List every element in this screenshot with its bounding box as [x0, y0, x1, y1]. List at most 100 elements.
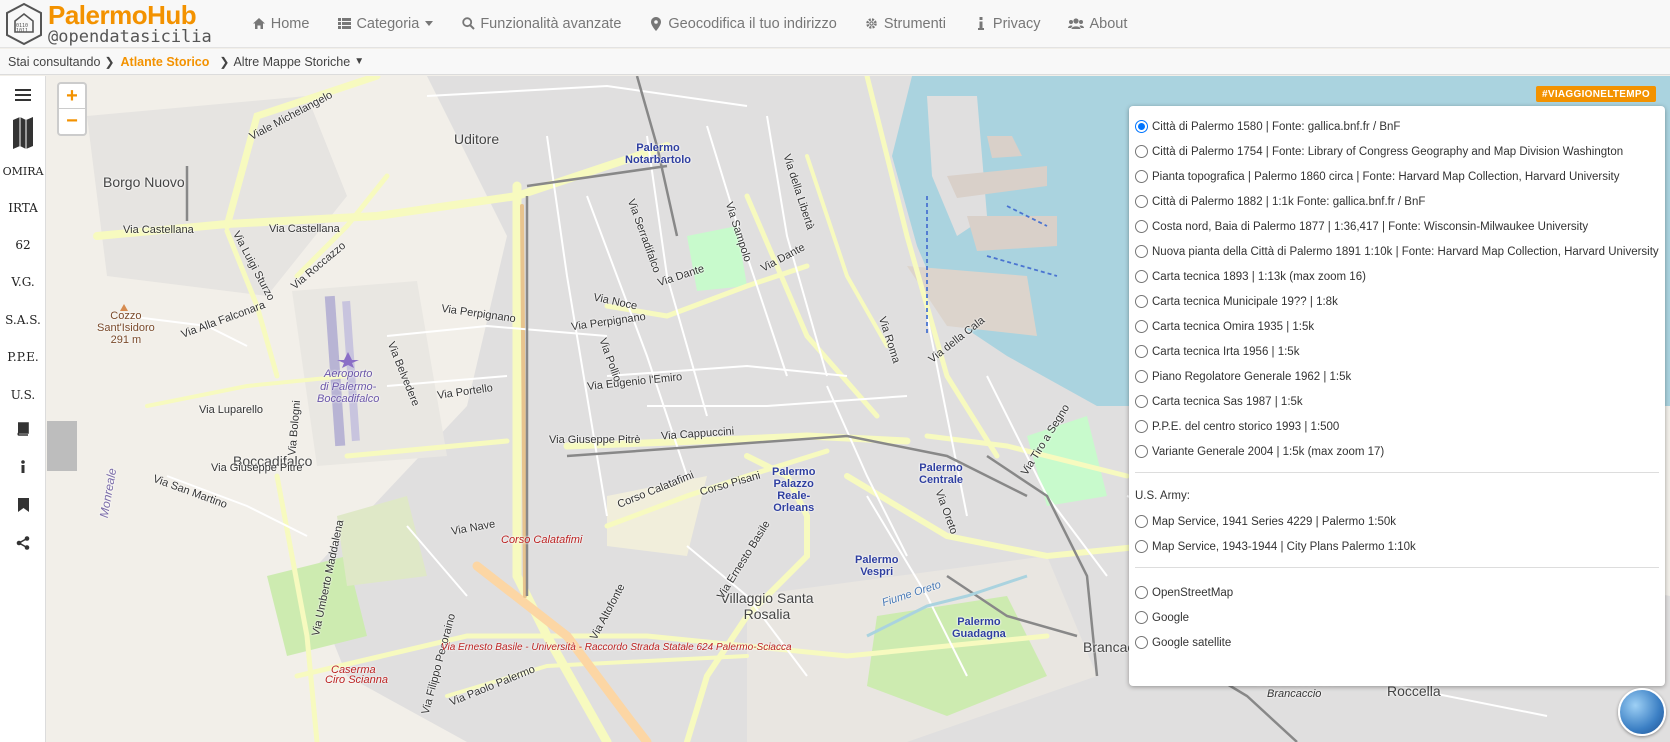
brand-logo[interactable]: 0110 1011 PalermoHub @opendatasicilia: [0, 0, 212, 48]
peak-name-line: Cozzo: [110, 310, 142, 322]
nav-privacy[interactable]: Privacy: [960, 0, 1055, 48]
nav-categoria[interactable]: Categoria: [323, 0, 447, 48]
layer-radio[interactable]: [1135, 395, 1148, 408]
share-icon[interactable]: [0, 536, 46, 555]
layer-option[interactable]: Carta tecnica Sas 1987 | 1:5k: [1135, 389, 1659, 414]
layer-radio[interactable]: [1135, 586, 1148, 599]
layer-option[interactable]: Variante Generale 2004 | 1:5k (max zoom …: [1135, 439, 1659, 464]
divider: [1135, 567, 1659, 568]
layer-radio[interactable]: [1135, 445, 1148, 458]
layer-option[interactable]: Costa nord, Baia di Palermo 1877 | 1:36,…: [1135, 214, 1659, 239]
breadcrumb-other-maps[interactable]: Altre Mappe Storiche: [233, 55, 350, 69]
layer-option[interactable]: Piano Regolatore Generale 1962 | 1:5k: [1135, 364, 1659, 389]
nav-about-label: About: [1089, 15, 1128, 32]
layer-option[interactable]: Pianta topografica | Palermo 1860 circa …: [1135, 164, 1659, 189]
map-label-red: Via Ernesto Basile - Università - Raccor…: [441, 642, 792, 653]
chevron-down-icon[interactable]: ▼: [354, 56, 364, 67]
nav-about[interactable]: About: [1054, 0, 1141, 48]
layer-option-label: Carta tecnica 1893 | 1:13k (max zoom 16): [1152, 270, 1366, 283]
divider: [1135, 472, 1659, 473]
layer-option-label: Carta tecnica Omira 1935 | 1:5k: [1152, 320, 1315, 333]
layer-option[interactable]: P.P.E. del centro storico 1993 | 1:500: [1135, 414, 1659, 439]
layer-option[interactable]: Google: [1135, 605, 1659, 630]
zoom-in-button[interactable]: +: [59, 84, 85, 109]
layer-option-label: P.P.E. del centro storico 1993 | 1:500: [1152, 420, 1340, 433]
layer-option[interactable]: Google satellite: [1135, 630, 1659, 655]
layer-radio[interactable]: [1135, 195, 1148, 208]
layer-radio[interactable]: [1135, 270, 1148, 283]
zoom-out-button[interactable]: −: [59, 109, 85, 134]
map-label-peak: Cozzo Sant'Isidoro 291 m: [97, 310, 155, 346]
layer-option[interactable]: Carta tecnica Irta 1956 | 1:5k: [1135, 339, 1659, 364]
airport-line: di Palermo-: [320, 380, 377, 393]
layer-option[interactable]: Nuova pianta della Città di Palermo 1891…: [1135, 239, 1659, 264]
road-label: Via Castellana: [269, 223, 340, 235]
breadcrumb-current[interactable]: Atlante Storico: [121, 55, 210, 69]
sidebar-layer-irta[interactable]: IRTA: [0, 201, 46, 215]
layer-option-label: Città di Palermo 1580 | Fonte: gallica.b…: [1152, 120, 1401, 133]
nav-geocodifica[interactable]: Geocodifica il tuo indirizzo: [635, 0, 850, 48]
layer-radio[interactable]: [1135, 540, 1148, 553]
layer-radio[interactable]: [1135, 345, 1148, 358]
nav-home[interactable]: Home: [238, 0, 324, 48]
station-line: Palermo: [772, 466, 816, 478]
station-line: Palermo: [855, 554, 899, 566]
layer-option-label: Map Service, 1941 Series 4229 | Palermo …: [1152, 515, 1396, 528]
globe-icon[interactable]: [1618, 688, 1666, 736]
layer-option-label: Città di Palermo 1882 | 1:1k Fonte: gall…: [1152, 195, 1426, 208]
list-icon: [337, 17, 351, 31]
layer-option-label: Nuova pianta della Città di Palermo 1891…: [1152, 245, 1659, 258]
layer-option-label: Map Service, 1943-1944 | City Plans Pale…: [1152, 540, 1416, 553]
sidebar-layer-sas[interactable]: S.A.S.: [0, 313, 46, 327]
layer-radio[interactable]: [1135, 245, 1148, 258]
sidebar-layer-us[interactable]: U.S.: [0, 388, 46, 402]
layer-option[interactable]: Map Service, 1941 Series 4229 | Palermo …: [1135, 509, 1659, 534]
folded-map-icon[interactable]: [0, 116, 46, 155]
book-icon[interactable]: [0, 422, 46, 441]
station-line: Notarbartolo: [625, 154, 691, 167]
sidebar-layer-ppe[interactable]: P.P.E.: [0, 350, 46, 364]
layer-radio[interactable]: [1135, 145, 1148, 158]
layer-radio[interactable]: [1135, 370, 1148, 383]
layer-radio[interactable]: [1135, 611, 1148, 624]
info-icon[interactable]: [0, 460, 46, 479]
sidebar-layer-vg[interactable]: V.G.: [0, 275, 46, 289]
map-label-red: Ciro Scianna: [325, 674, 388, 686]
layer-option[interactable]: Carta tecnica 1893 | 1:13k (max zoom 16): [1135, 264, 1659, 289]
layer-option[interactable]: Carta tecnica Municipale 19?? | 1:8k: [1135, 289, 1659, 314]
sidebar-layer-62[interactable]: 62: [0, 238, 46, 252]
layer-option[interactable]: Città di Palermo 1580 | Fonte: gallica.b…: [1135, 114, 1659, 139]
layer-radio[interactable]: [1135, 320, 1148, 333]
layer-option[interactable]: OpenStreetMap: [1135, 580, 1659, 605]
peak-elevation: 291 m: [110, 334, 142, 347]
hashtag-badge[interactable]: #VIAGGIONELTEMPO: [1536, 86, 1656, 102]
layer-radio[interactable]: [1135, 295, 1148, 308]
layer-radio[interactable]: [1135, 120, 1148, 133]
layer-radio[interactable]: [1135, 170, 1148, 183]
chevron-right-icon: ❯: [104, 54, 115, 69]
nav-funzionalita[interactable]: Funzionalità avanzate: [447, 0, 635, 48]
road-label: Via Giuseppe Pitrè: [211, 462, 303, 474]
hamburger-menu-icon[interactable]: [0, 86, 46, 107]
layer-option[interactable]: Map Service, 1943-1944 | City Plans Pale…: [1135, 534, 1659, 559]
layer-radio[interactable]: [1135, 515, 1148, 528]
map-label-airport: Aeroporto di Palermo- Boccadifalco: [317, 368, 379, 406]
layer-radio[interactable]: [1135, 220, 1148, 233]
layer-radio[interactable]: [1135, 420, 1148, 433]
station-line: Centrale: [919, 474, 964, 487]
layer-option[interactable]: Città di Palermo 1882 | 1:1k Fonte: gall…: [1135, 189, 1659, 214]
bookmark-icon[interactable]: [0, 498, 46, 517]
layer-option[interactable]: Città di Palermo 1754 | Fonte: Library o…: [1135, 139, 1659, 164]
sidebar-layer-omira[interactable]: OMIRA: [0, 165, 46, 178]
layer-radio[interactable]: [1135, 636, 1148, 649]
station-line: Reale-: [777, 490, 811, 503]
map-station-palazzo-reale: Palermo Palazzo Reale- Orleans: [772, 466, 815, 514]
map-station-vespri: Palermo Vespri: [855, 554, 898, 578]
layer-option[interactable]: Carta tecnica Omira 1935 | 1:5k: [1135, 314, 1659, 339]
nav-strumenti[interactable]: Strumenti: [851, 0, 960, 48]
nav-funzionalita-label: Funzionalità avanzate: [480, 15, 622, 32]
layer-switcher-panel: Città di Palermo 1580 | Fonte: gallica.b…: [1129, 106, 1665, 686]
nav-geocodifica-label: Geocodifica il tuo indirizzo: [668, 15, 837, 32]
station-line: Orleans: [773, 502, 815, 515]
road-label: Via Luparello: [199, 404, 264, 416]
